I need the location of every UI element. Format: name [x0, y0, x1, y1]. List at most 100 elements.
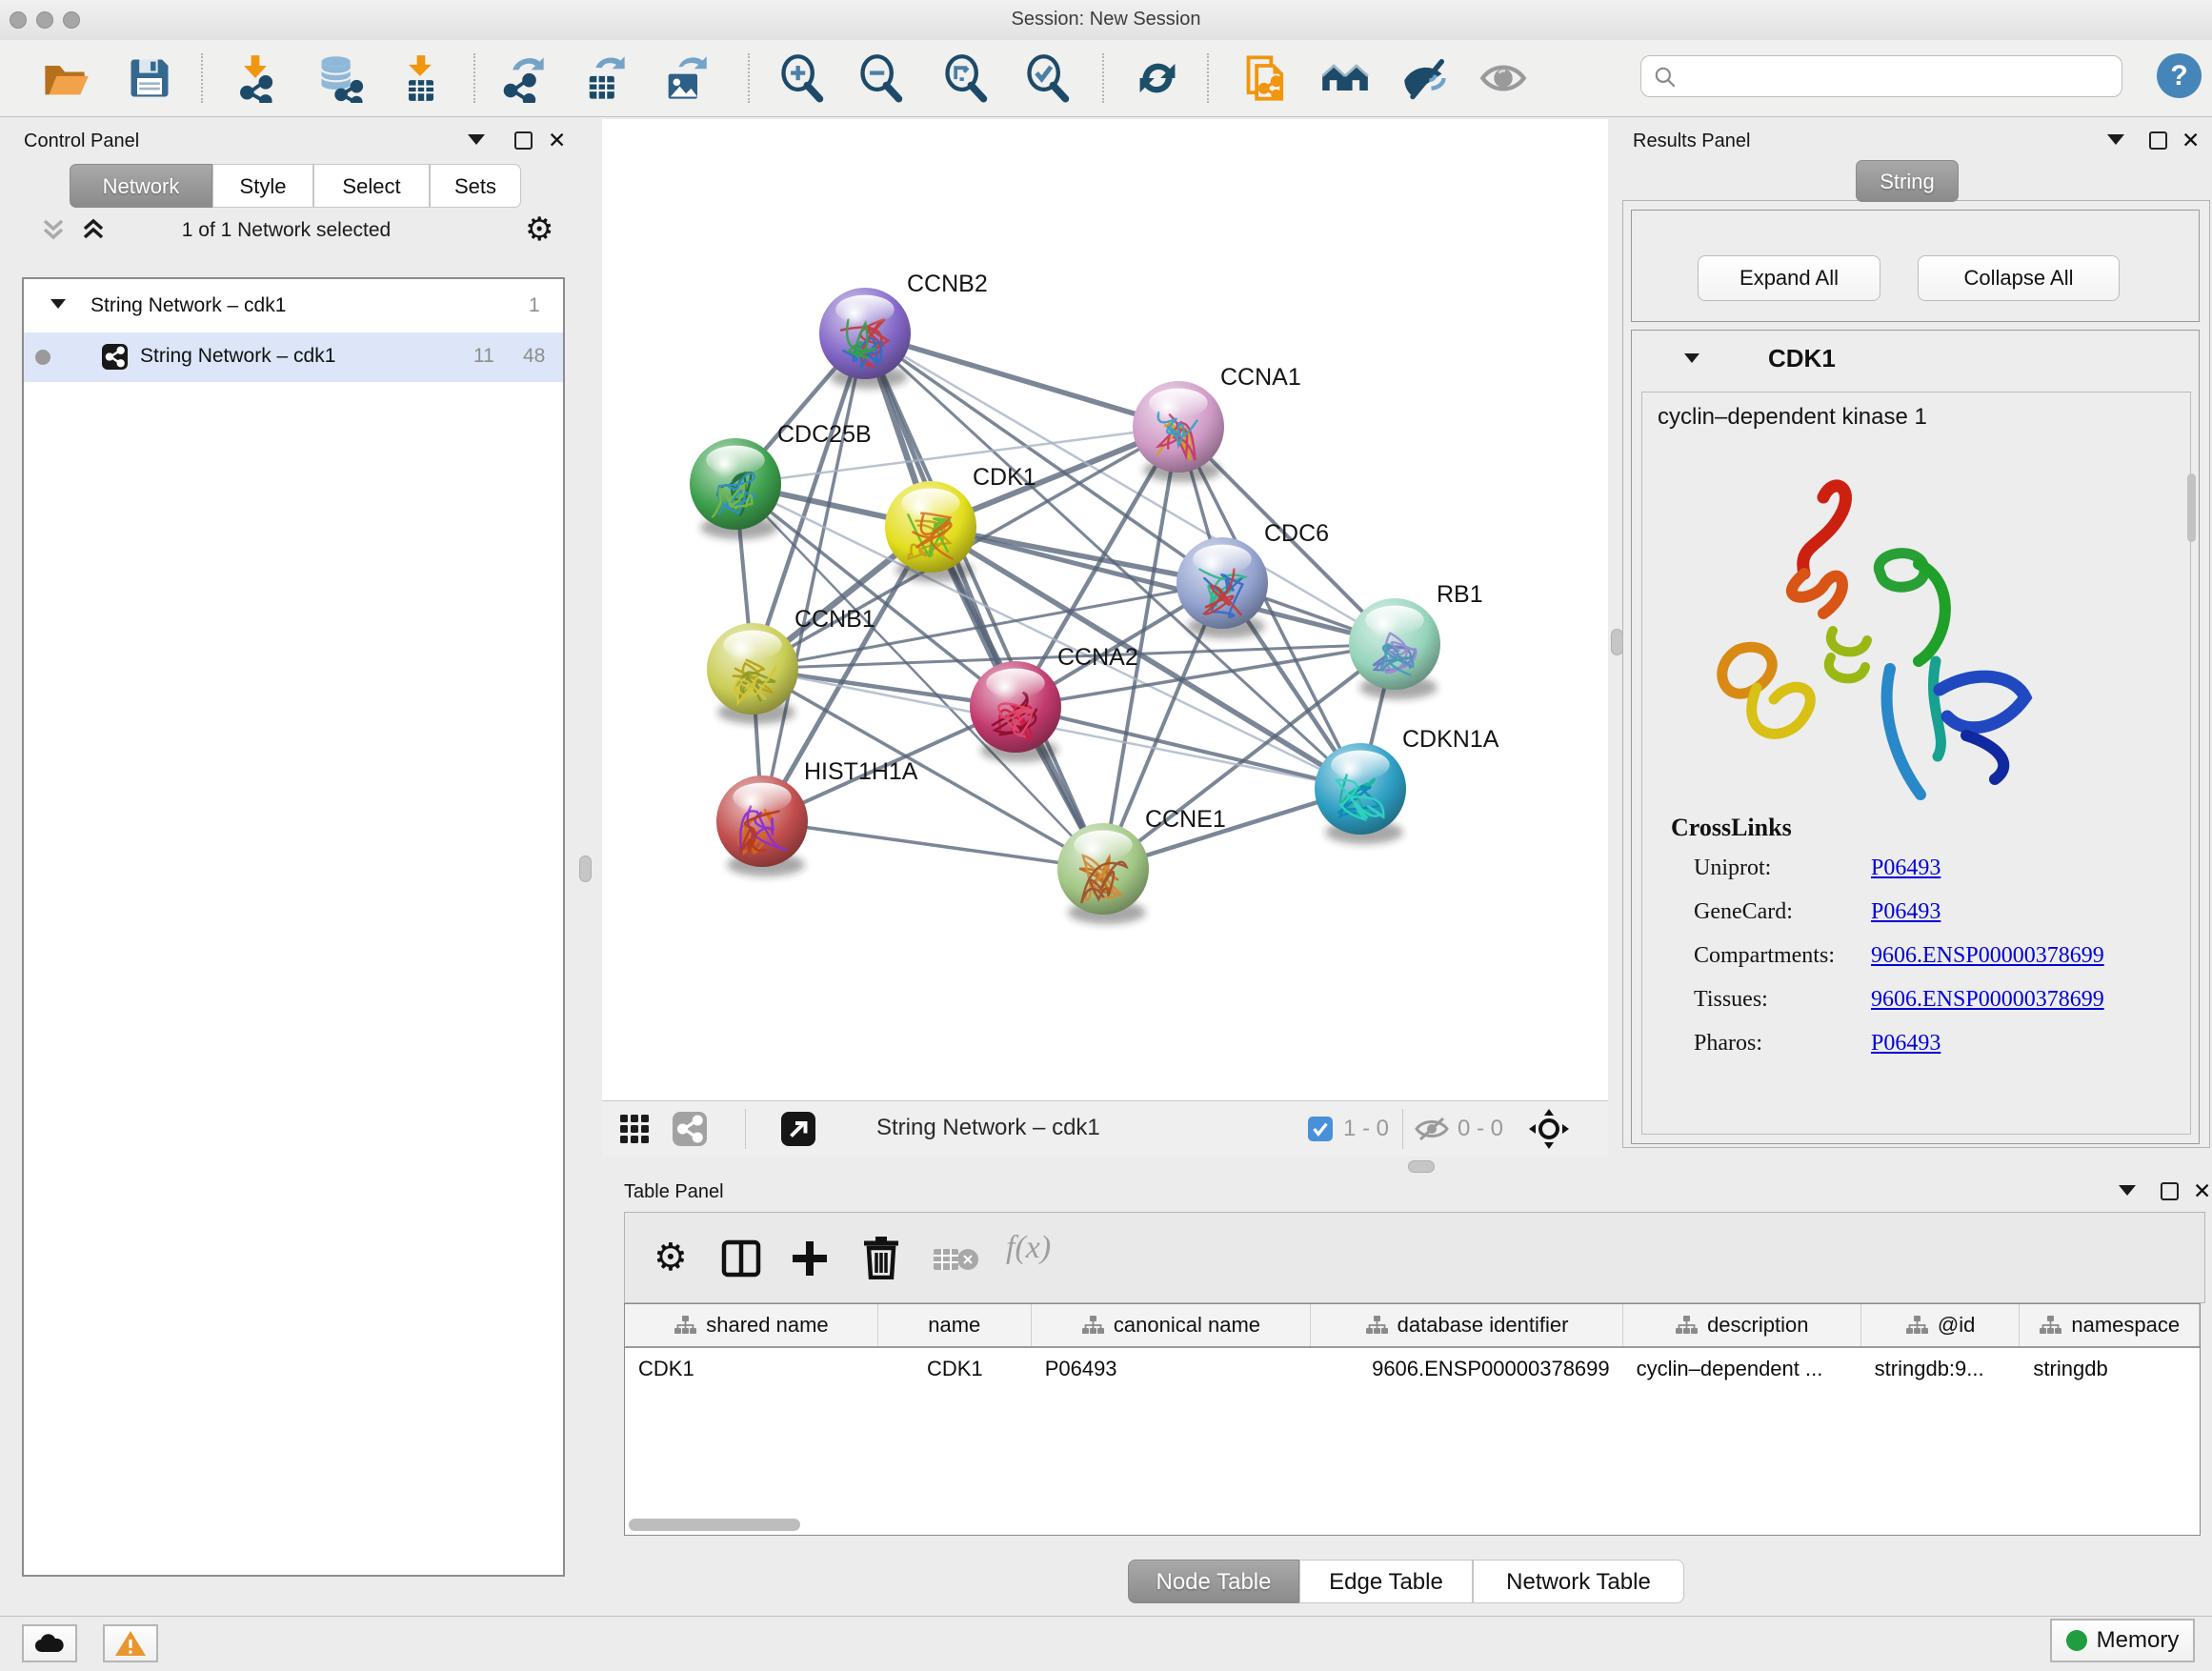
control-panel-maximize-icon[interactable] [514, 131, 533, 150]
results-scrollbar-thumb[interactable] [2187, 473, 2196, 542]
copy-network-icon[interactable] [1242, 53, 1292, 103]
column-header-name[interactable]: name [878, 1304, 1032, 1346]
node-CCNB2[interactable]: CCNB2 [819, 271, 988, 389]
show-hidden-icon[interactable] [1478, 53, 1528, 103]
results-panel-float-icon[interactable] [2107, 134, 2124, 145]
title-bar: Session: New Session [0, 0, 2212, 41]
warning-button[interactable] [103, 1624, 158, 1662]
tab-node-table[interactable]: Node Table [1128, 1560, 1299, 1603]
node-label-CDC6: CDC6 [1264, 520, 1329, 547]
show-all-networks-icon[interactable] [1320, 53, 1370, 103]
edge-CCNB2-CCNE1[interactable] [865, 333, 1103, 869]
crosslink-value-link[interactable]: 9606.ENSP00000378699 [1871, 943, 2104, 987]
export-table-icon[interactable] [579, 53, 629, 103]
collection-expand-icon[interactable] [50, 299, 66, 309]
show-column-panel-icon[interactable] [720, 1238, 762, 1279]
network-canvas[interactable]: CCNB2CCNA1CDC25BCDK1CDC6RB1CCNB1CCNA2CDK… [602, 119, 1608, 1100]
node-label-HIST1H1A: HIST1H1A [804, 758, 918, 785]
column-header-namespace[interactable]: namespace [2020, 1304, 2200, 1346]
node-CDKN1A[interactable]: CDKN1A [1315, 726, 1499, 844]
network-options-gear-icon[interactable]: ⚙ [525, 211, 553, 249]
export-network-icon[interactable] [498, 53, 548, 103]
control-panel-title: Control Panel [24, 131, 139, 152]
import-table-icon[interactable] [396, 53, 446, 103]
hide-selected-icon[interactable] [1400, 53, 1450, 103]
birdseye-icon[interactable] [1528, 1108, 1570, 1150]
delete-column-icon[interactable] [861, 1236, 901, 1279]
add-column-icon[interactable] [789, 1238, 831, 1279]
column-header-description[interactable]: description [1623, 1304, 1861, 1346]
table-cell[interactable]: CDK1 [625, 1348, 878, 1390]
crosslink-value-link[interactable]: P06493 [1871, 1031, 1941, 1075]
open-session-icon[interactable] [40, 53, 90, 103]
table-cell[interactable]: 9606.ENSP00000378699 [1311, 1348, 1622, 1390]
tab-network-table[interactable]: Network Table [1473, 1560, 1684, 1603]
memory-button[interactable]: Memory [2050, 1619, 2195, 1662]
save-session-icon[interactable] [125, 53, 174, 103]
export-image-icon[interactable] [660, 53, 710, 103]
network-row-selected[interactable]: String Network – cdk1 11 48 [24, 332, 563, 382]
gene-description: cyclin–dependent kinase 1 [1658, 404, 1927, 431]
tab-string[interactable]: String [1856, 160, 1959, 202]
cloud-button[interactable] [22, 1624, 77, 1662]
collapse-all-button[interactable]: Collapse All [1918, 255, 2120, 301]
crosslinks-title: CrossLinks [1671, 814, 1792, 842]
gene-section-collapse-icon[interactable] [1684, 353, 1699, 363]
table-panel-close-icon[interactable]: ✕ [2193, 1180, 2211, 1202]
network-share-view-icon[interactable] [673, 1112, 707, 1146]
detach-view-icon[interactable] [781, 1112, 815, 1146]
node-CDK1[interactable]: CDK1 [885, 464, 1036, 582]
table-cell[interactable]: stringdb [2020, 1348, 2200, 1390]
selected-nodes-checkbox[interactable] [1308, 1117, 1333, 1141]
network-collection-row[interactable]: String Network – cdk1 1 [24, 285, 563, 329]
grid-view-icon[interactable] [619, 1114, 650, 1144]
node-label-CCNE1: CCNE1 [1145, 806, 1226, 833]
zoom-selected-icon[interactable] [1023, 53, 1073, 103]
crosslink-value-link[interactable]: P06493 [1871, 899, 1941, 943]
crosslink-value-link[interactable]: P06493 [1871, 856, 1941, 899]
table-settings-gear-icon[interactable]: ⚙ [654, 1236, 688, 1279]
footer-separator [1402, 1109, 1403, 1149]
tab-style[interactable]: Style [212, 164, 313, 208]
node-RB1[interactable]: RB1 [1349, 581, 1483, 699]
table-panel-maximize-icon[interactable] [2161, 1182, 2179, 1200]
table-cell[interactable]: cyclin–dependent ... [1623, 1348, 1861, 1390]
tab-sets[interactable]: Sets [430, 164, 521, 208]
apply-layout-icon[interactable] [1133, 53, 1182, 103]
tab-select[interactable]: Select [313, 164, 430, 208]
edge-CCNA2-CDKN1A[interactable] [1016, 707, 1360, 789]
column-header-shared-name[interactable]: shared name [625, 1304, 878, 1346]
results-panel-maximize-icon[interactable] [2149, 131, 2167, 150]
left-splitter-handle[interactable] [579, 856, 592, 882]
table-row[interactable]: CDK1CDK1P064939606.ENSP00000378699cyclin… [625, 1348, 2200, 1390]
search-input[interactable] [1640, 55, 2122, 97]
column-header--id[interactable]: @id [1861, 1304, 2021, 1346]
import-network-from-database-icon[interactable] [315, 53, 365, 103]
tab-network[interactable]: Network [70, 164, 212, 208]
table-cell[interactable]: P06493 [1032, 1348, 1312, 1390]
column-header-database-identifier[interactable]: database identifier [1311, 1304, 1622, 1346]
import-network-icon[interactable] [231, 53, 280, 103]
zoom-in-icon[interactable] [777, 53, 827, 103]
table-cell[interactable]: stringdb:9... [1861, 1348, 2021, 1390]
column-header-canonical-name[interactable]: canonical name [1032, 1304, 1312, 1346]
crosslink-value-link[interactable]: 9606.ENSP00000378699 [1871, 987, 2104, 1031]
node-table[interactable]: shared namenamecanonical namedatabase id… [624, 1303, 2201, 1536]
status-bar: Memory [0, 1616, 2212, 1671]
expand-all-button[interactable]: Expand All [1698, 255, 1880, 301]
control-panel-close-icon[interactable]: ✕ [548, 130, 566, 151]
tab-edge-table[interactable]: Edge Table [1299, 1560, 1473, 1603]
edge-CCNB2-CCNA1[interactable] [865, 333, 1178, 427]
edge-CCNB2-HIST1H1A[interactable] [762, 333, 865, 821]
control-panel-float-icon[interactable] [468, 134, 485, 145]
warning-icon [114, 1629, 147, 1658]
edge-HIST1H1A-CCNE1[interactable] [762, 821, 1103, 869]
table-cell[interactable]: CDK1 [878, 1348, 1032, 1390]
table-panel-float-icon[interactable] [2119, 1185, 2136, 1196]
zoom-out-icon[interactable] [856, 53, 906, 103]
node-HIST1H1A[interactable]: HIST1H1A [716, 758, 918, 876]
help-button[interactable]: ? [2157, 53, 2202, 98]
zoom-fit-icon[interactable] [941, 53, 991, 103]
table-hscrollbar-thumb[interactable] [629, 1519, 800, 1531]
results-panel-close-icon[interactable]: ✕ [2182, 130, 2200, 151]
